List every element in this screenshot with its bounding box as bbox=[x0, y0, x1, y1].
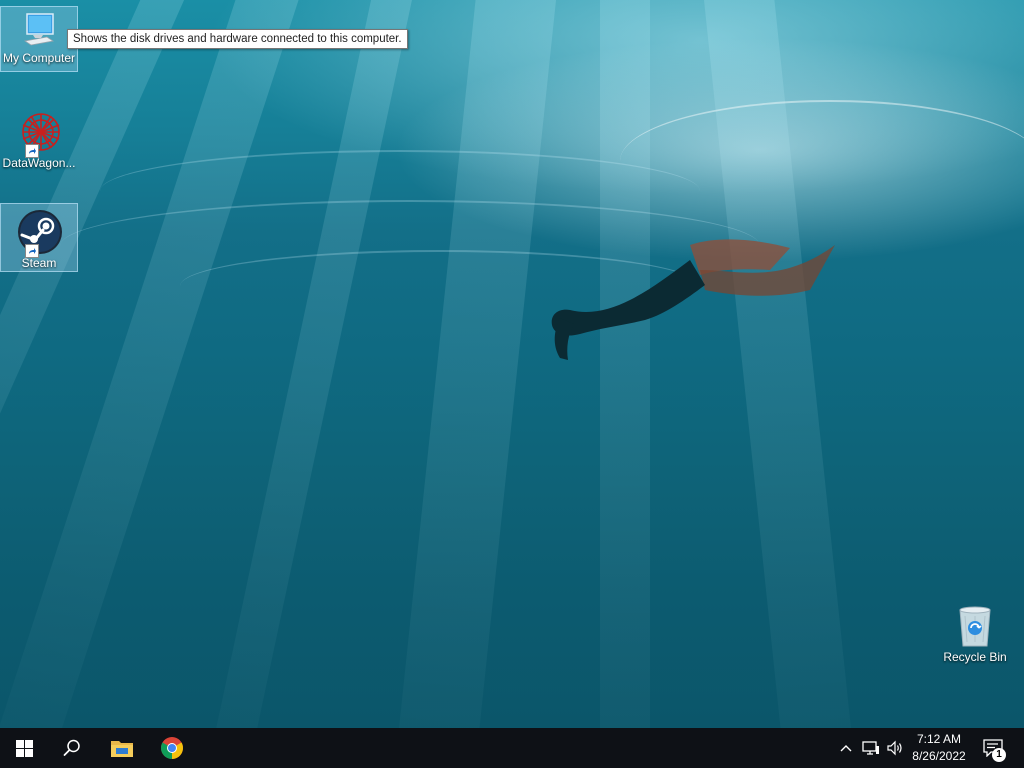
taskbar-file-explorer[interactable] bbox=[98, 728, 146, 768]
network-icon bbox=[862, 741, 879, 755]
windows-logo-icon bbox=[15, 739, 33, 757]
freediver-silhouette bbox=[551, 239, 835, 360]
desktop-icon-steam[interactable]: Steam bbox=[0, 203, 78, 272]
search-button[interactable] bbox=[48, 728, 96, 768]
start-button[interactable] bbox=[0, 728, 48, 768]
recycle-bin-icon bbox=[951, 602, 999, 650]
action-center-button[interactable] bbox=[976, 728, 1010, 768]
taskbar-chrome[interactable] bbox=[148, 728, 196, 768]
monitor-icon bbox=[19, 11, 59, 51]
chevron-up-icon bbox=[840, 745, 852, 752]
desktop-icon-label: Recycle Bin bbox=[943, 650, 1007, 664]
water-ripple bbox=[620, 100, 1024, 222]
speaker-icon bbox=[887, 740, 902, 756]
desktop-background[interactable]: My Computer DataWagon... Steam Recycle B… bbox=[0, 0, 1024, 728]
desktop-icon-label: DataWagon... bbox=[2, 156, 76, 170]
steam-icon bbox=[15, 208, 63, 258]
clock-time: 7:12 AM bbox=[916, 732, 962, 746]
tooltip: Shows the disk drives and hardware conne… bbox=[67, 29, 408, 49]
tray-volume[interactable] bbox=[884, 728, 906, 768]
desktop-icon-recycle-bin[interactable]: Recycle Bin bbox=[936, 598, 1014, 670]
light-ray bbox=[394, 0, 560, 728]
desktop-icon-label: My Computer bbox=[2, 51, 76, 65]
shortcut-arrow-icon bbox=[25, 244, 39, 258]
chrome-icon bbox=[161, 737, 183, 759]
desktop-icon-label: Steam bbox=[21, 256, 57, 270]
shortcut-arrow-icon bbox=[25, 144, 39, 158]
taskbar: 7:12 AM 8/26/2022 1 bbox=[0, 728, 1024, 768]
clock-date: 8/26/2022 bbox=[912, 749, 966, 763]
tray-network[interactable] bbox=[860, 728, 882, 768]
notification-count-badge: 1 bbox=[992, 748, 1006, 762]
desktop-icon-datawagon[interactable]: DataWagon... bbox=[0, 104, 78, 174]
search-icon bbox=[63, 739, 80, 756]
tray-clock[interactable]: 7:12 AM 8/26/2022 bbox=[904, 731, 974, 765]
datawagon-icon bbox=[15, 108, 63, 158]
tray-show-hidden-icons[interactable] bbox=[836, 728, 856, 768]
folder-icon bbox=[111, 741, 133, 757]
